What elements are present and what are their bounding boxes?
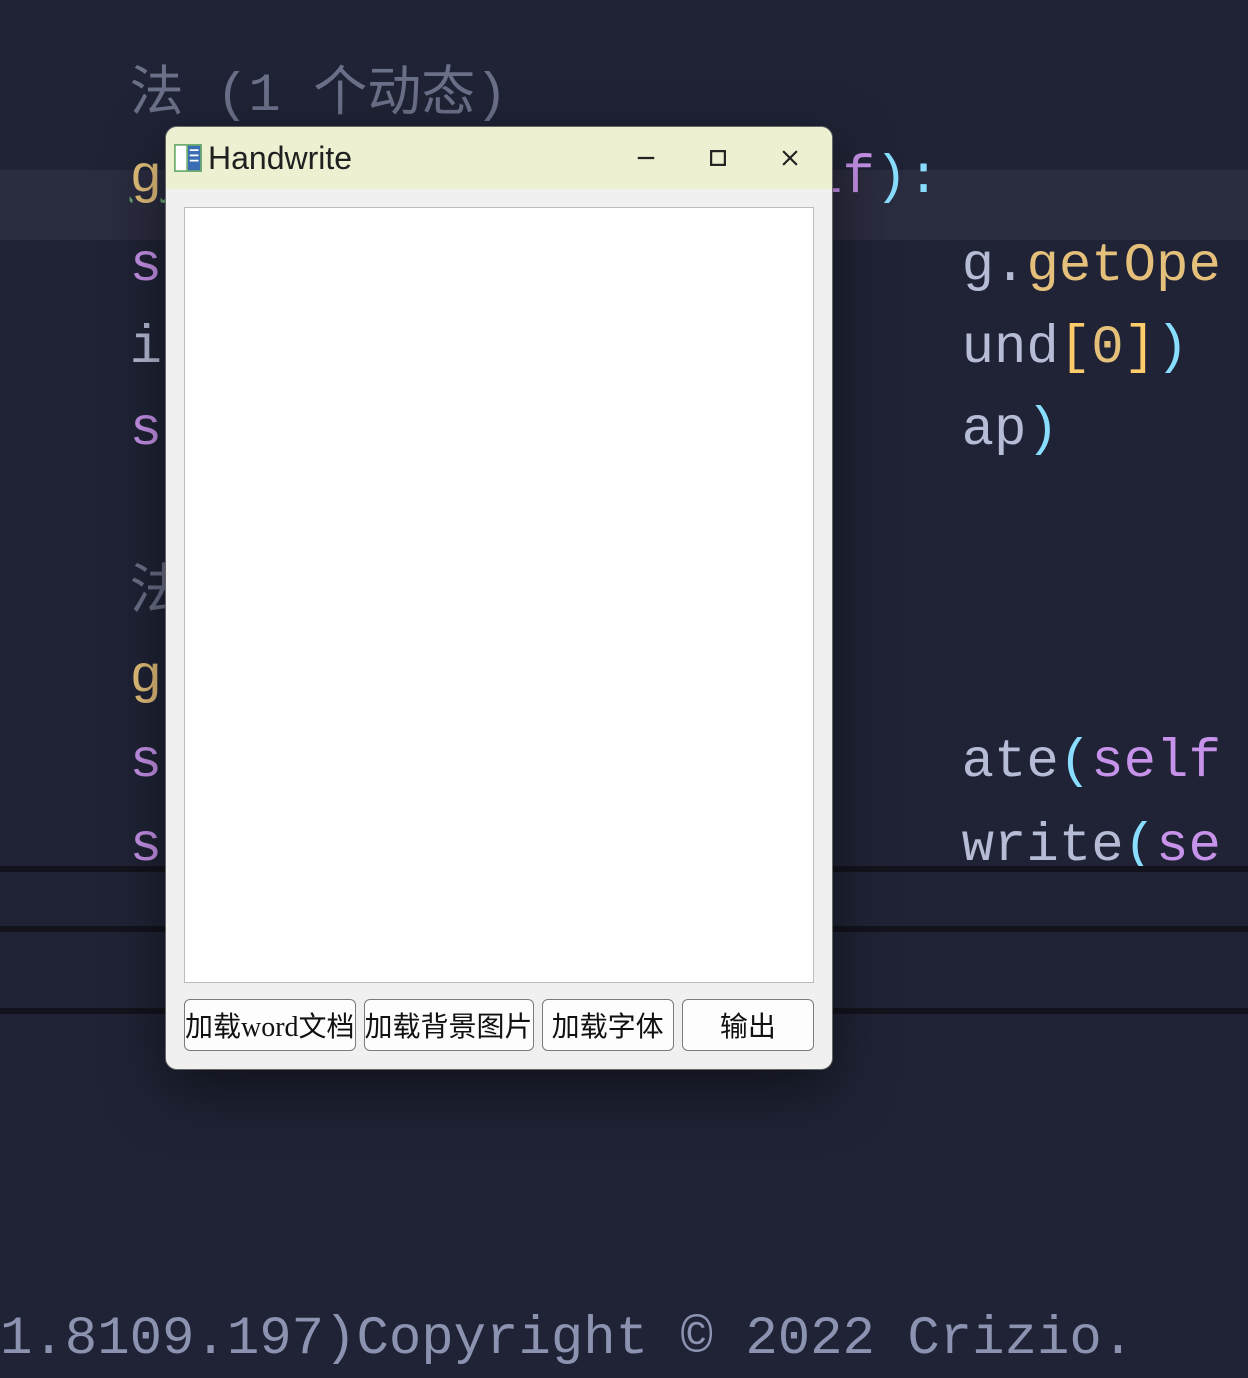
maximize-button[interactable] bbox=[682, 132, 754, 184]
button-row: 加载word文档 加载背景图片 加载字体 输出 bbox=[184, 999, 814, 1051]
status-bar: 1.8109.197)Copyright © 2022 Crizio. bbox=[0, 1302, 1248, 1378]
load-background-button[interactable]: 加载背景图片 bbox=[364, 999, 534, 1051]
close-button[interactable] bbox=[754, 132, 826, 184]
load-word-button[interactable]: 加载word文档 bbox=[184, 999, 356, 1051]
titlebar[interactable]: Handwrite bbox=[166, 127, 832, 189]
canvas-area[interactable] bbox=[184, 207, 814, 983]
window-title: Handwrite bbox=[208, 140, 352, 177]
app-body: 加载word文档 加载背景图片 加载字体 输出 bbox=[166, 189, 832, 1069]
load-font-button[interactable]: 加载字体 bbox=[542, 999, 674, 1051]
export-button[interactable]: 输出 bbox=[682, 999, 814, 1051]
handwrite-window: Handwrite 加载word文档 加载背景图片 加载字体 输出 bbox=[165, 126, 833, 1070]
minimize-button[interactable] bbox=[610, 132, 682, 184]
app-icon bbox=[174, 144, 202, 172]
